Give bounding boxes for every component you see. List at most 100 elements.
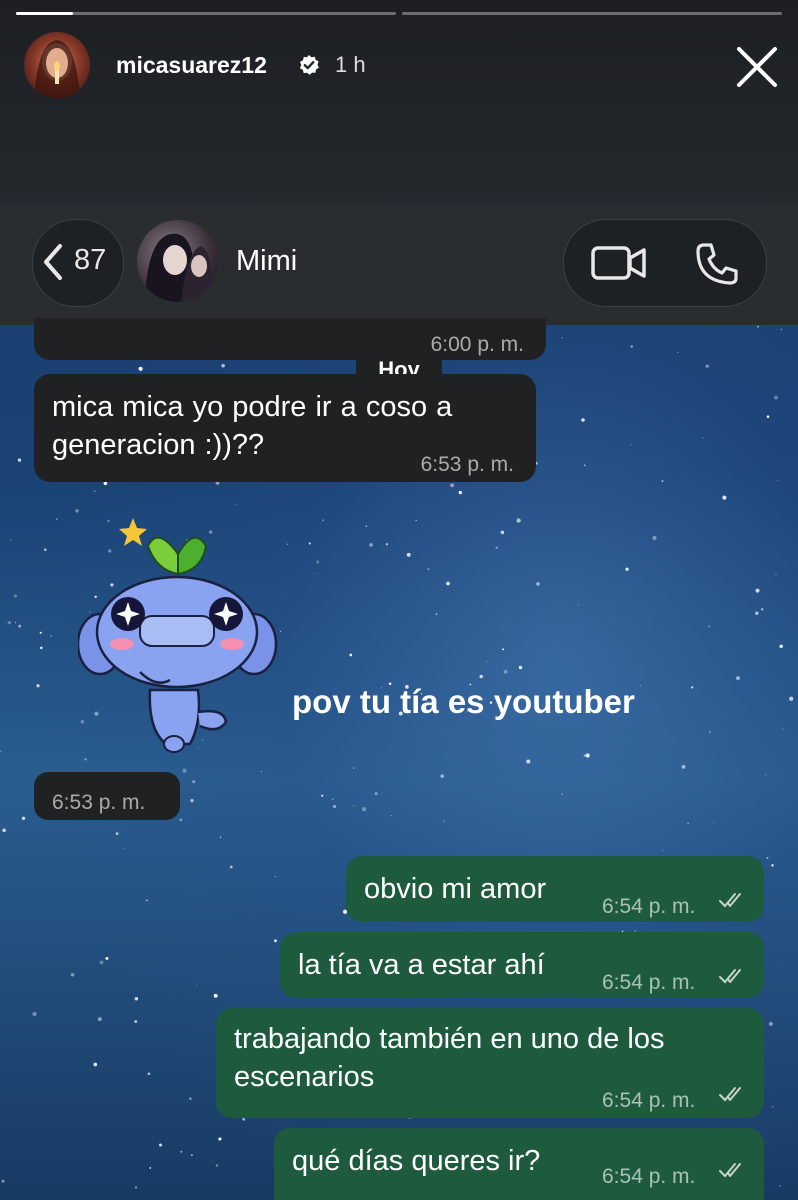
star xyxy=(446,581,450,586)
star xyxy=(374,791,378,796)
story-progress-bar-1 xyxy=(16,12,396,15)
star xyxy=(782,728,784,730)
star xyxy=(21,816,26,820)
star xyxy=(502,648,505,651)
story-time-ago: 1 h xyxy=(335,52,366,77)
star xyxy=(274,876,276,878)
star xyxy=(149,1167,152,1169)
story-username[interactable]: micasuarez12 xyxy=(116,52,267,79)
star xyxy=(235,504,237,506)
star xyxy=(215,1164,219,1167)
star xyxy=(191,1154,193,1156)
star xyxy=(322,519,325,522)
star xyxy=(331,798,334,800)
verified-badge-icon xyxy=(300,55,319,75)
contact-name[interactable]: Mimi xyxy=(236,245,297,278)
star xyxy=(526,759,531,764)
star xyxy=(500,530,505,535)
star xyxy=(639,685,642,687)
star xyxy=(40,646,43,650)
star xyxy=(179,818,183,822)
message-time: 6:54 p. m. xyxy=(602,971,696,994)
star xyxy=(583,754,586,757)
star xyxy=(261,771,263,773)
star xyxy=(362,807,367,812)
star xyxy=(779,644,783,648)
contact-avatar[interactable] xyxy=(137,220,219,302)
message-time: 6:54 p. m. xyxy=(602,895,696,918)
star xyxy=(159,1143,162,1147)
star xyxy=(406,552,411,557)
outgoing-message-bubble[interactable]: obvio mi amor 6:54 p. m. xyxy=(346,856,764,922)
outgoing-message-bubble[interactable]: trabajando también en uno de los escenar… xyxy=(216,1008,764,1118)
star xyxy=(778,1184,781,1187)
incoming-message-bubble[interactable]: mica mica yo podre ir a coso a generacio… xyxy=(34,374,536,482)
star xyxy=(780,328,782,331)
star xyxy=(182,768,187,773)
star xyxy=(196,984,198,986)
star xyxy=(661,480,664,483)
star xyxy=(212,1161,214,1163)
story-user-avatar[interactable] xyxy=(24,32,90,98)
star xyxy=(50,635,52,638)
star xyxy=(39,631,42,634)
star xyxy=(13,594,17,598)
star xyxy=(652,535,657,541)
story-progress-bar-2 xyxy=(402,12,782,15)
star xyxy=(479,674,483,679)
star xyxy=(578,604,579,606)
close-icon[interactable] xyxy=(734,44,780,90)
star xyxy=(561,337,563,339)
star xyxy=(630,443,632,446)
star xyxy=(219,836,222,838)
star xyxy=(708,625,710,628)
star xyxy=(536,582,540,586)
star xyxy=(321,794,324,797)
star xyxy=(84,758,87,761)
star xyxy=(761,608,764,611)
star xyxy=(625,567,629,571)
star xyxy=(189,1097,192,1100)
star xyxy=(7,621,11,625)
star xyxy=(440,774,444,778)
outgoing-message-bubble[interactable]: la tía va a estar ahí 6:54 p. m. xyxy=(280,932,764,998)
star xyxy=(755,588,760,593)
star xyxy=(44,548,47,551)
star xyxy=(280,630,282,632)
star xyxy=(427,568,430,571)
star xyxy=(123,847,125,849)
star xyxy=(353,805,355,807)
star xyxy=(99,960,104,965)
chevron-left-icon[interactable] xyxy=(40,242,66,282)
star xyxy=(765,774,767,776)
read-ticks-icon xyxy=(719,893,741,908)
previous-message-bubble[interactable]: 6:00 p. m. xyxy=(34,318,546,360)
star xyxy=(581,418,585,422)
message-time: 6:54 p. m. xyxy=(602,1165,696,1188)
star xyxy=(242,1117,246,1121)
star xyxy=(712,821,715,823)
star xyxy=(93,1062,98,1067)
star xyxy=(585,753,590,758)
star xyxy=(349,653,353,657)
story-caption: pov tu tía es youtuber xyxy=(292,683,635,720)
star xyxy=(97,1017,102,1022)
star xyxy=(93,490,96,493)
star xyxy=(662,850,664,852)
star xyxy=(70,973,75,977)
video-call-icon[interactable] xyxy=(590,243,648,283)
star xyxy=(757,325,760,328)
star xyxy=(192,780,196,784)
message-text: qué días queres ir? xyxy=(292,1145,541,1177)
star xyxy=(234,1198,236,1200)
star xyxy=(332,804,337,809)
message-time: 6:54 p. m. xyxy=(602,1089,696,1112)
star xyxy=(61,1095,63,1097)
star xyxy=(1,1179,5,1183)
voice-call-icon[interactable] xyxy=(694,241,740,287)
star xyxy=(691,686,694,689)
star xyxy=(365,525,368,528)
unread-count[interactable]: 87 xyxy=(74,244,106,277)
outgoing-message-bubble[interactable]: qué días queres ir? 6:54 p. m. xyxy=(274,1128,764,1200)
sticker-blue-robot[interactable] xyxy=(78,512,278,757)
